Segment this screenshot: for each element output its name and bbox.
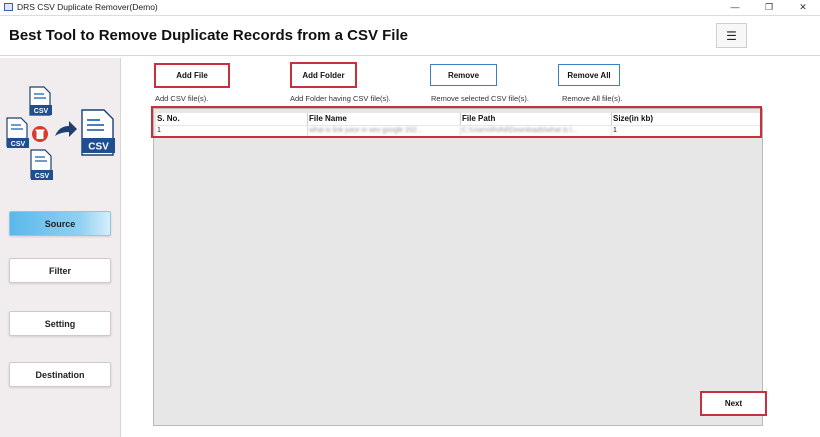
app-header: Best Tool to Remove Duplicate Records fr…	[0, 15, 820, 56]
column-header-sno[interactable]: S. No.	[156, 113, 308, 125]
csv-file-icon: CSV	[6, 117, 29, 148]
add-file-description: Add CSV file(s).	[155, 94, 209, 103]
table-header: S. No. File Name File Path Size(in kb)	[156, 113, 760, 125]
minimize-button[interactable]: —	[718, 0, 752, 14]
table-row[interactable]: 1 what is link juice in seo google 202..…	[156, 126, 760, 136]
sidebar-item-filter[interactable]: Filter	[9, 258, 111, 283]
add-file-button[interactable]: Add File	[154, 63, 230, 88]
menu-icon: ☰	[726, 28, 737, 43]
main-panel: Add File Add CSV file(s). Add Folder Add…	[122, 58, 820, 437]
csv-file-icon: CSV	[81, 109, 115, 156]
window-title: DRS CSV Duplicate Remover(Demo)	[17, 2, 158, 12]
arrow-icon	[55, 121, 77, 137]
svg-text:CSV: CSV	[88, 142, 109, 153]
column-header-file-path[interactable]: File Path	[461, 113, 612, 125]
remove-description: Remove selected CSV file(s).	[431, 94, 529, 103]
app-window: DRS CSV Duplicate Remover(Demo) — ❐ ✕ Be…	[0, 0, 820, 437]
column-header-size[interactable]: Size(in kb)	[612, 113, 760, 125]
column-header-file-name[interactable]: File Name	[308, 113, 461, 125]
file-table[interactable]: S. No. File Name File Path Size(in kb) 1…	[153, 108, 763, 426]
cell-size: 1	[613, 127, 617, 134]
csv-file-icon: CSV	[29, 86, 52, 116]
svg-text:CSV: CSV	[34, 108, 49, 115]
cell-file-name: what is link juice in seo google 202...	[308, 126, 461, 136]
remove-button[interactable]: Remove	[430, 64, 497, 86]
app-logo: CSV CSV CSV CSV	[6, 86, 115, 180]
next-button[interactable]: Next	[700, 391, 767, 416]
csv-file-icon: CSV	[30, 149, 53, 180]
delete-icon	[32, 126, 48, 142]
sidebar-item-setting[interactable]: Setting	[9, 311, 111, 336]
cell-file-path: C:\Users\Rohit\Downloads\what is l...	[461, 126, 612, 136]
sidebar-item-destination[interactable]: Destination	[9, 362, 111, 387]
svg-text:CSV: CSV	[35, 173, 50, 180]
cell-sno: 1	[156, 126, 308, 136]
maximize-button[interactable]: ❐	[752, 0, 786, 14]
hamburger-menu-button[interactable]: ☰	[716, 23, 747, 48]
window-controls: — ❐ ✕	[718, 0, 820, 14]
add-folder-description: Add Folder having CSV file(s).	[290, 94, 391, 103]
app-icon	[4, 3, 13, 11]
svg-text:CSV: CSV	[11, 141, 26, 148]
remove-all-description: Remove All file(s).	[562, 94, 623, 103]
sidebar-item-source[interactable]: Source	[9, 211, 111, 236]
close-button[interactable]: ✕	[786, 0, 820, 14]
sidebar: CSV CSV CSV CSV Source Filter Setting De…	[0, 58, 121, 437]
page-title: Best Tool to Remove Duplicate Records fr…	[9, 27, 408, 44]
add-folder-button[interactable]: Add Folder	[290, 62, 357, 88]
remove-all-button[interactable]: Remove All	[558, 64, 620, 86]
title-bar: DRS CSV Duplicate Remover(Demo) — ❐ ✕	[0, 0, 820, 14]
